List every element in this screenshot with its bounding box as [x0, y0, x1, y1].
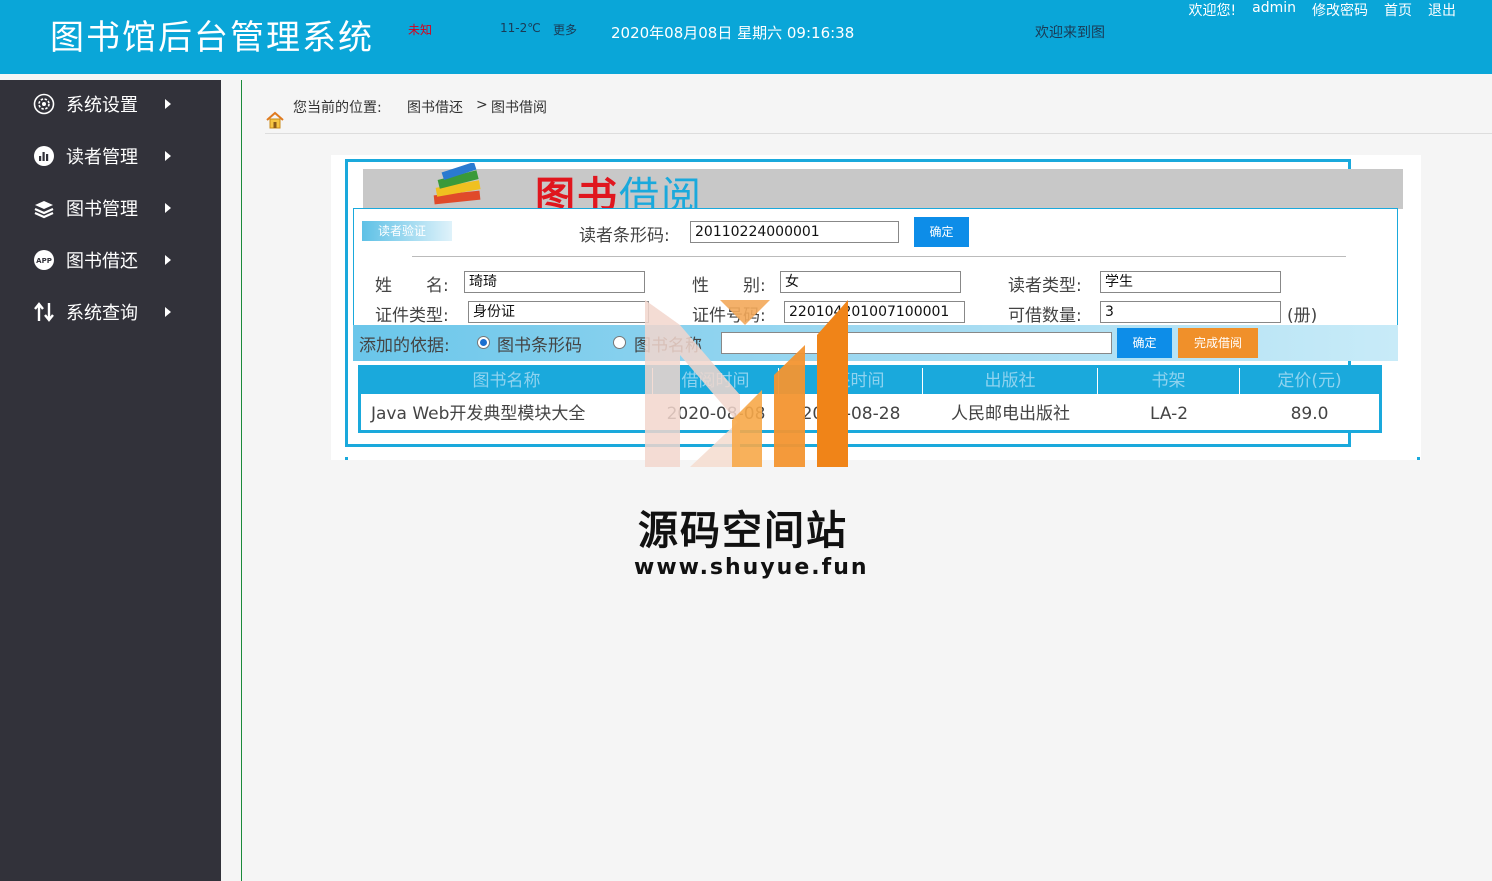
svg-text:APP: APP — [36, 257, 52, 265]
watermark-url: www.shuyue.fun — [634, 555, 869, 580]
id-type-label: 证件类型: — [375, 306, 449, 326]
radio-barcode[interactable] — [477, 336, 490, 349]
column-header-shelf: 书架 — [1098, 368, 1240, 394]
add-confirm-button[interactable]: 确定 — [1117, 328, 1172, 358]
reader-verify-tag: 读者验证 — [362, 221, 452, 241]
caret-right-icon — [165, 203, 171, 213]
caret-right-icon — [165, 255, 171, 265]
breadcrumb-item-borrow: 图书借阅 — [491, 100, 547, 116]
form-divider — [412, 256, 1346, 257]
add-basis-label: 添加的依据: — [359, 336, 450, 356]
reader-confirm-button[interactable]: 确定 — [914, 217, 969, 247]
finish-borrow-button[interactable]: 完成借阅 — [1178, 328, 1258, 358]
caret-right-icon — [165, 99, 171, 109]
app-title: 图书馆后台管理系统 — [50, 18, 374, 58]
radio-book-name[interactable] — [613, 336, 626, 349]
borrow-panel: 图书借阅 读者验证 读者条形码: 20110224000001 确定 姓 名: … — [331, 155, 1421, 460]
logout-link[interactable]: 退出 — [1428, 0, 1456, 20]
sidebar-item-book-management[interactable]: 图书管理 — [0, 184, 221, 232]
sidebar-item-system-query[interactable]: 系统查询 — [0, 288, 221, 336]
swap-icon — [33, 301, 55, 323]
table-header: 图书名称 借阅时间 归还时间 出版社 书架 定价(元) — [361, 368, 1379, 394]
weather-temperature: 11-2℃ — [500, 21, 541, 35]
username-link[interactable]: admin — [1252, 0, 1296, 20]
sidebar-item-label: 读者管理 — [66, 147, 138, 168]
top-header: 图书馆后台管理系统 未知 11-2℃ 更多 2020年08月08日 星期六 09… — [0, 0, 1492, 74]
unit-label: (册) — [1287, 306, 1318, 326]
sidebar-item-reader-management[interactable]: 读者管理 — [0, 132, 221, 180]
reader-type-field[interactable]: 学生 — [1100, 271, 1281, 293]
cell-shelf: LA-2 — [1149, 404, 1189, 424]
borrow-banner: 图书借阅 — [363, 161, 1403, 220]
greeting-text: 欢迎您! — [1188, 3, 1237, 19]
sidebar-item-label: 图书管理 — [66, 199, 138, 220]
sidebar-item-borrow-return[interactable]: APP 图书借还 — [0, 236, 221, 284]
chart-icon — [33, 145, 55, 167]
breadcrumb: 您当前的位置: 图书借还 > 图书借阅 — [265, 96, 1492, 134]
watermark-name: 源码空间站 — [638, 508, 848, 554]
home-link[interactable]: 首页 — [1384, 0, 1412, 20]
current-datetime: 2020年08月08日 星期六 09:16:38 — [611, 24, 855, 42]
content-divider — [241, 80, 242, 881]
add-book-bar: 添加的依据: 图书条形码 图书名称 确定 完成借阅 — [353, 325, 1398, 361]
reader-barcode-input[interactable]: 20110224000001 — [690, 221, 899, 243]
weather-more-link[interactable]: 更多 — [553, 21, 577, 38]
column-header-publisher: 出版社 — [923, 368, 1098, 394]
reader-type-label: 读者类型: — [1008, 276, 1082, 296]
gender-field[interactable]: 女 — [780, 271, 961, 293]
frame-dot — [1417, 457, 1420, 460]
caret-right-icon — [165, 151, 171, 161]
table-row[interactable]: Java Web开发典型模块大全 2020-08-08 2020-08-28 人… — [361, 398, 1379, 430]
sidebar-item-label: 图书借还 — [66, 251, 138, 272]
books-icon — [428, 161, 488, 213]
borrowable-count-field[interactable]: 3 — [1100, 301, 1281, 323]
home-icon[interactable] — [265, 111, 285, 133]
cell-price: 89.0 — [1290, 404, 1329, 424]
gear-icon — [33, 93, 55, 115]
caret-right-icon — [165, 307, 171, 317]
breadcrumb-separator: > — [476, 97, 488, 113]
column-header-book-name: 图书名称 — [361, 368, 653, 394]
change-password-link[interactable]: 修改密码 — [1312, 0, 1368, 20]
name-field[interactable]: 琦琦 — [464, 271, 645, 293]
sidebar-item-label: 系统查询 — [66, 303, 138, 324]
sidebar: 系统设置 读者管理 图书管理 APP 图书借还 系统查询 — [0, 80, 221, 881]
sidebar-item-label: 系统设置 — [66, 95, 138, 116]
top-user-links: 欢迎您! admin 修改密码 首页 退出 — [1189, 0, 1457, 20]
watermark-logo — [645, 300, 848, 467]
cell-publisher: 人民邮电出版社 — [951, 404, 1070, 424]
sidebar-item-system-settings[interactable]: 系统设置 — [0, 80, 221, 128]
weather-location: 未知 — [408, 23, 433, 37]
breadcrumb-item-borrow-return[interactable]: 图书借还 — [407, 97, 463, 117]
gender-label: 性 别: — [692, 276, 766, 296]
app-icon: APP — [33, 249, 55, 271]
frame-dot — [345, 457, 348, 460]
id-type-field[interactable]: 身份证 — [468, 301, 649, 323]
stack-icon — [33, 197, 55, 219]
breadcrumb-prefix: 您当前的位置: — [293, 100, 382, 116]
name-label: 姓 名: — [375, 276, 449, 296]
borrowable-label: 可借数量: — [1008, 306, 1082, 326]
column-header-price: 定价(元) — [1277, 371, 1342, 391]
cell-book-name: Java Web开发典型模块大全 — [371, 404, 586, 424]
borrow-table: 图书名称 借阅时间 归还时间 出版社 书架 定价(元) Java Web开发典型… — [358, 365, 1382, 433]
radio-barcode-label[interactable]: 图书条形码 — [497, 331, 582, 356]
barcode-label: 读者条形码: — [579, 226, 670, 246]
welcome-marquee: 欢迎来到图 — [1035, 25, 1105, 41]
